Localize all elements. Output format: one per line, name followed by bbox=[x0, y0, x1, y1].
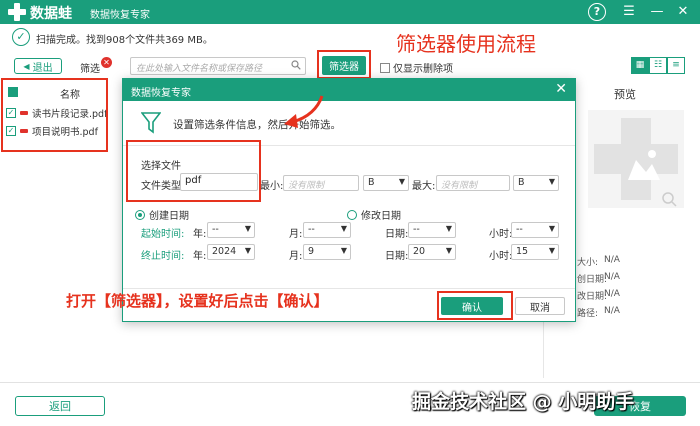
annotation-arrow bbox=[284, 95, 324, 128]
bottom-divider bbox=[0, 382, 700, 383]
annotation-instruction: 打开【筛选器】，设置好后点击【确认】 bbox=[66, 292, 329, 310]
return-button[interactable]: 返回 bbox=[15, 396, 105, 416]
watermark: 掘金技术社区 @ 小明助手 bbox=[412, 391, 635, 413]
